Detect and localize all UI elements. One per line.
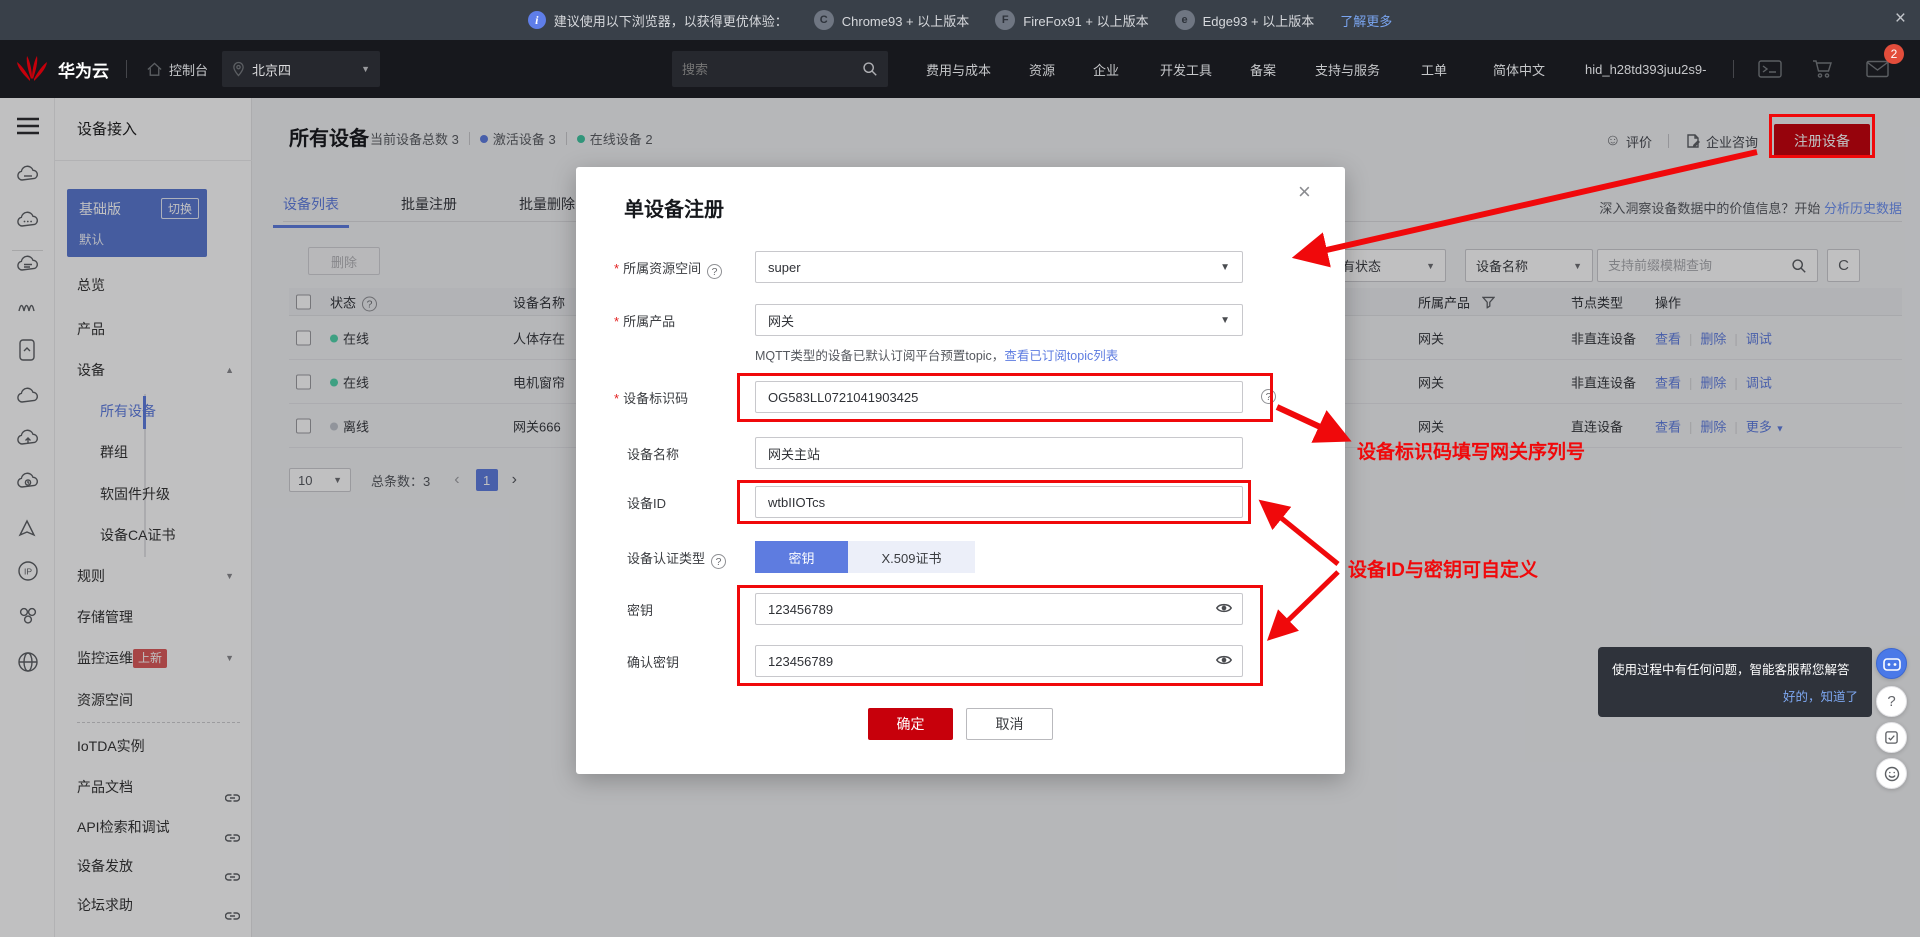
resource-space-select[interactable]: super▼ (755, 251, 1243, 283)
resource-space-label: 所属资源空间 (623, 261, 701, 276)
nav-devtools[interactable]: 开发工具 (1160, 40, 1212, 98)
topic-list-link[interactable]: 查看已订阅topic列表 (1004, 349, 1118, 363)
firefox-icon: F (995, 10, 1015, 30)
device-id-row: 设备ID (614, 486, 1314, 518)
console-link[interactable]: 控制台 (146, 40, 208, 98)
close-icon[interactable]: × (1298, 179, 1311, 205)
help-icon[interactable]: ? (707, 264, 722, 279)
required-mark: * (614, 314, 619, 329)
edge-icon: e (1175, 10, 1195, 30)
device-name-input[interactable] (755, 437, 1243, 469)
notice-close-icon[interactable]: × (1895, 9, 1906, 29)
brand-name[interactable]: 华为云 (58, 40, 109, 98)
region-value: 北京四 (252, 60, 291, 79)
help-icon[interactable]: ? (1261, 389, 1276, 404)
product-label: 所属产品 (623, 314, 675, 329)
info-icon: i (528, 11, 546, 29)
chevron-down-icon: ▼ (1220, 315, 1230, 326)
product-select[interactable]: 网关▼ (755, 304, 1243, 336)
location-pin-icon (232, 61, 245, 77)
header-divider (1733, 60, 1734, 78)
secret-row: 密钥 (614, 593, 1314, 625)
mqtt-note: MQTT类型的设备已默认订阅平台预置topic，查看已订阅topic列表 (755, 345, 1118, 364)
chevron-down-icon: ▼ (1220, 262, 1230, 273)
help-float-icon[interactable]: ? (1876, 686, 1907, 717)
assistant-tooltip: 使用过程中有任何问题，智能客服帮您解答 好的，知道了 (1598, 647, 1872, 717)
browser-notice-bar: i 建议使用以下浏览器，以获得更优体验： C Chrome93 + 以上版本 F… (0, 0, 1920, 40)
device-id-label: 设备ID (627, 493, 666, 512)
browser-firefox: FireFox91 + 以上版本 (1023, 11, 1148, 30)
device-id-input[interactable] (755, 486, 1243, 518)
nav-support[interactable]: 支持与服务 (1315, 40, 1380, 98)
auth-secret-toggle[interactable]: 密钥 (755, 541, 848, 573)
confirm-button[interactable]: 确定 (868, 708, 953, 740)
account-name[interactable]: hid_h28td393juu2s9- (1585, 40, 1706, 98)
secret-input[interactable] (755, 593, 1243, 625)
modal-title: 单设备注册 (624, 193, 724, 222)
browser-edge: Edge93 + 以上版本 (1203, 11, 1315, 30)
auth-cert-toggle[interactable]: X.509证书 (848, 541, 975, 573)
device-name-row: 设备名称 (614, 437, 1314, 469)
assistant-robot-icon[interactable] (1876, 648, 1907, 679)
help-icon[interactable]: ? (711, 554, 726, 569)
assistant-message: 使用过程中有任何问题，智能客服帮您解答 (1612, 663, 1850, 677)
nav-icp[interactable]: 备案 (1250, 40, 1276, 98)
required-mark: * (614, 261, 619, 276)
region-selector[interactable]: 北京四 ▼ (222, 51, 380, 87)
home-icon (146, 61, 163, 78)
browser-chrome: Chrome93 + 以上版本 (842, 11, 970, 30)
nav-language[interactable]: 简体中文 (1493, 40, 1545, 98)
secret-label: 密钥 (627, 600, 653, 619)
auth-type-row: 设备认证类型? 密钥 X.509证书 (614, 541, 1314, 573)
chrome-icon: C (814, 10, 834, 30)
assistant-dismiss-link[interactable]: 好的，知道了 (1612, 686, 1858, 705)
cart-icon[interactable] (1812, 40, 1834, 98)
header-search[interactable] (672, 51, 888, 87)
single-device-register-modal: × 单设备注册 * 所属资源空间? super▼ * 所属产品 网关▼ MQTT类型… (576, 167, 1345, 774)
eye-icon[interactable] (1215, 652, 1233, 671)
device-code-input[interactable] (755, 381, 1243, 413)
huawei-logo[interactable] (14, 40, 50, 98)
confirm-secret-row: 确认密钥 (614, 645, 1314, 677)
nav-ticket[interactable]: 工单 (1421, 40, 1447, 98)
top-header: 华为云 控制台 北京四 ▼ 费用与成本 资源 企业 开发工具 备案 支持与服务 … (0, 40, 1920, 98)
mail-badge: 2 (1884, 44, 1904, 64)
device-name-label: 设备名称 (627, 444, 679, 463)
device-code-label: 设备标识码 (623, 391, 688, 406)
smiley-float-icon[interactable] (1876, 758, 1907, 789)
chevron-down-icon: ▼ (361, 64, 370, 74)
header-divider (126, 60, 127, 78)
eye-icon[interactable] (1215, 600, 1233, 619)
nav-enterprise[interactable]: 企业 (1093, 40, 1119, 98)
confirm-secret-label: 确认密钥 (627, 652, 679, 671)
required-mark: * (614, 391, 619, 406)
auth-type-label: 设备认证类型 (627, 551, 705, 566)
device-code-row: * 设备标识码 ? (614, 381, 1314, 413)
cancel-button[interactable]: 取消 (966, 708, 1053, 740)
survey-float-icon[interactable] (1876, 722, 1907, 753)
search-icon (862, 61, 878, 77)
confirm-secret-input[interactable] (755, 645, 1243, 677)
cli-icon[interactable] (1758, 40, 1782, 98)
product-row: * 所属产品 网关▼ (614, 304, 1314, 336)
learn-more-link[interactable]: 了解更多 (1340, 11, 1392, 30)
nav-billing[interactable]: 费用与成本 (926, 40, 991, 98)
resource-space-row: * 所属资源空间? super▼ (614, 251, 1314, 283)
notice-text: 建议使用以下浏览器，以获得更优体验： (554, 11, 788, 30)
header-search-input[interactable] (682, 62, 852, 77)
nav-resources[interactable]: 资源 (1029, 40, 1055, 98)
